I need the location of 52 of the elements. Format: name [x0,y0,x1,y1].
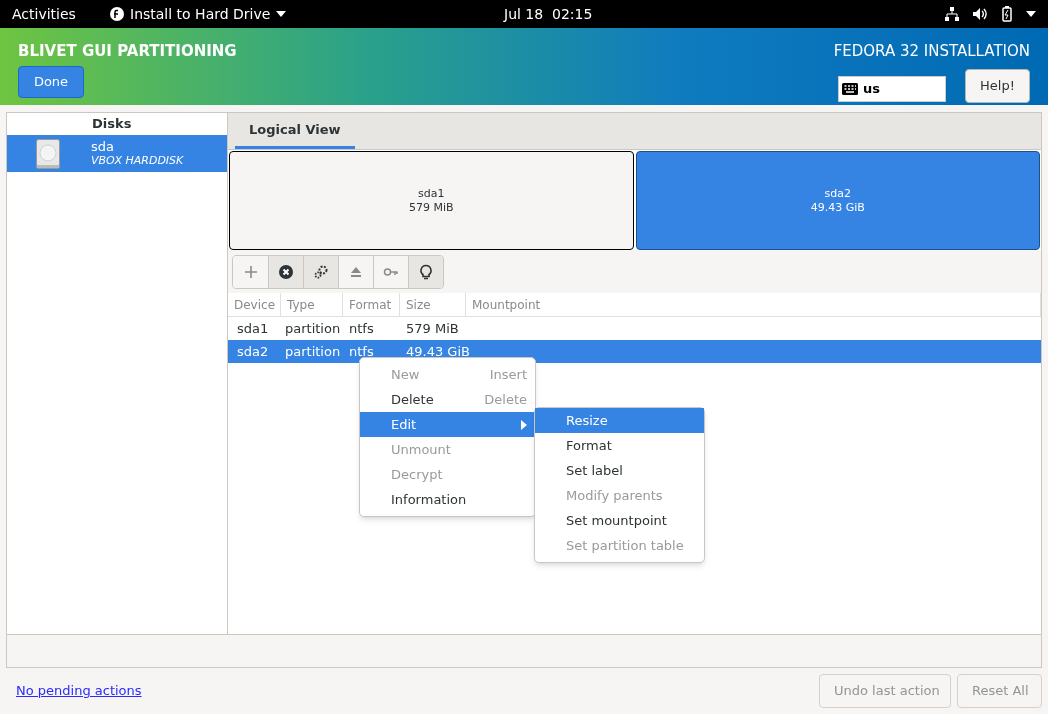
menu-item[interactable]: Set label [535,458,704,483]
menu-item[interactable]: Format [535,433,704,458]
done-button[interactable]: Done [18,65,84,98]
keyboard-layout-field[interactable]: us [838,75,946,102]
close-icon [278,264,294,280]
toolbar-button[interactable] [408,256,443,288]
clock[interactable]: Jul 18 02:15 [504,3,593,25]
battery-icon[interactable] [1002,6,1012,22]
column-header: Disks [91,115,133,134]
table-row[interactable]: sda1 partition ntfs 579 MiB [228,317,1041,340]
shortcut-label: Delete [484,390,527,409]
table-cell-text: ntfs [348,319,375,338]
plus-icon [242,264,259,280]
keyboard-icon [842,82,858,95]
product-title: FEDORA 32 INSTALLATION [833,41,1030,62]
page-title: BLIVET GUI PARTITIONING [18,41,237,62]
submenu-arrow-icon [521,419,527,430]
menu-item[interactable]: Edit [360,412,535,437]
table-cell-text: partition [284,342,342,361]
partition-block[interactable]: sda1 579 MiB [229,151,634,250]
menu-item[interactable]: Delete Delete [360,387,535,412]
pending-actions-link[interactable]: No pending actions [16,681,819,701]
system-menu-icon[interactable] [1026,11,1036,17]
menu-item[interactable]: Set mountpoint [535,508,704,533]
activities-button[interactable]: Activities [12,3,110,25]
volume-icon[interactable] [973,7,988,21]
disk-item[interactable]: sda VBOX HARDDISK [7,135,227,172]
menu-item[interactable]: Resize [535,408,704,433]
column-header[interactable]: Type [281,293,343,316]
table-row[interactable]: sda2 partition ntfs 49.43 GiB [228,340,1041,363]
disk-name: sda [91,139,115,154]
column-header[interactable]: Size [400,293,466,316]
partition-block[interactable]: sda2 49.43 GiB [635,151,1040,250]
menu-item[interactable]: Information [360,487,535,512]
shortcut-label: Insert [489,365,527,384]
table-cell-text: sda2 [236,342,270,361]
gears-icon [313,264,329,280]
toolbar-button[interactable] [268,256,303,288]
dropdown-icon [276,11,287,17]
column-header[interactable]: Mountpoint [466,293,1041,316]
table-cell-text: partition [284,319,342,338]
lightbulb-icon [418,264,434,280]
table-cell-text: 579 MiB [405,319,460,338]
app-menu[interactable]: Install to Hard Drive [130,3,271,25]
help-button[interactable]: Help! [965,68,1030,103]
app-icon [110,7,124,21]
column-header[interactable]: Format [343,293,400,316]
table-cell-text: sda1 [236,319,270,338]
network-icon[interactable] [945,7,959,21]
column-header[interactable]: Device [228,293,281,316]
table-cell-text: ntfs [348,342,375,361]
disk-model: VBOX HARDDISK [91,153,184,168]
